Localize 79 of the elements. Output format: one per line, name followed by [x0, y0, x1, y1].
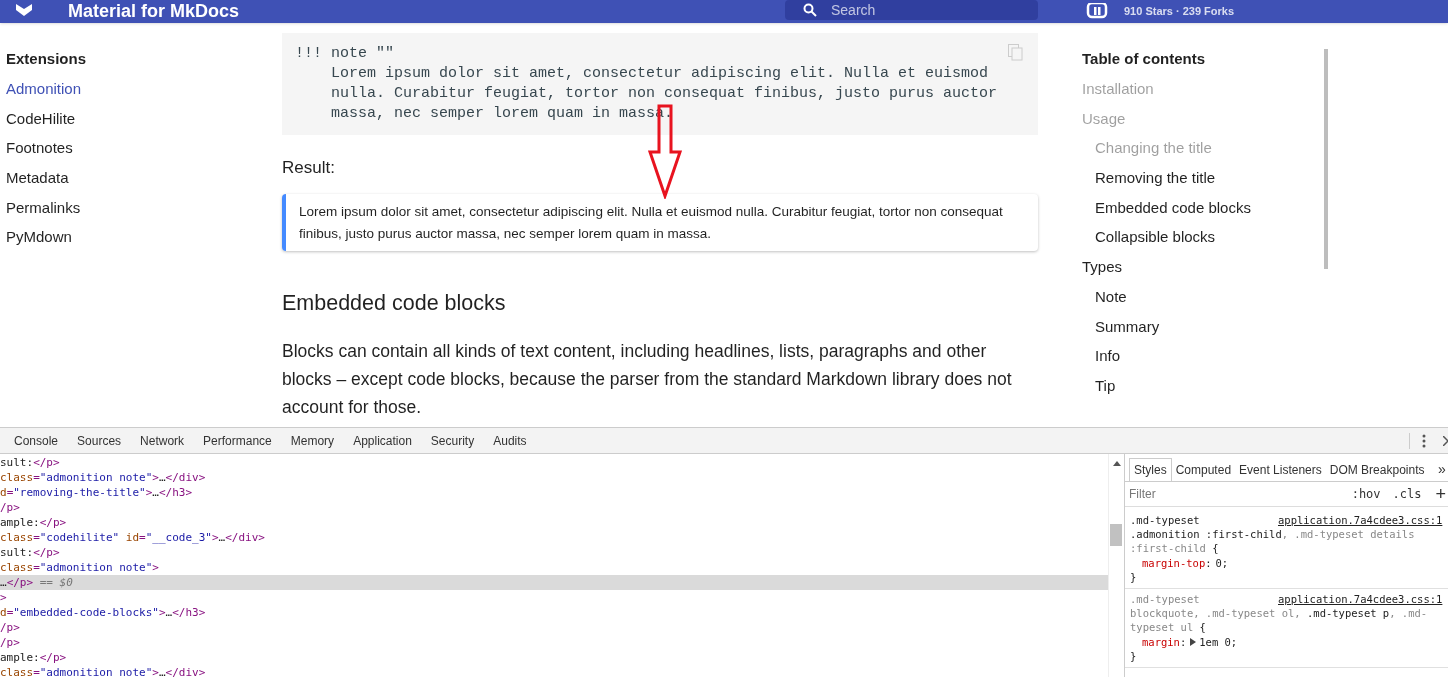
filter-field[interactable]: Filter: [1129, 485, 1344, 503]
nav-link[interactable]: Admonition: [6, 80, 282, 110]
nav-link[interactable]: CodeHilite: [6, 109, 282, 140]
toc-title: Table of contents: [1082, 50, 1207, 68]
dom-node-line[interactable]: ample:</p>: [0, 650, 1108, 665]
css-property-value: 0;: [1215, 555, 1229, 570]
css-selector: typeset ul {: [1130, 620, 1206, 634]
section-heading: Embedded code blocks: [282, 290, 507, 317]
dom-node-line[interactable]: /p>: [0, 620, 1108, 635]
css-property-name: margin-top: [1142, 555, 1206, 570]
devtools-tab[interactable]: Memory: [290, 427, 335, 454]
expand-icon[interactable]: [1190, 637, 1197, 646]
more-tabs-icon[interactable]: »: [1438, 459, 1446, 480]
add-rule-button[interactable]: +: [1435, 485, 1446, 503]
toc-link[interactable]: Tip: [1082, 376, 1448, 407]
toc-link[interactable]: Info: [1082, 347, 1448, 377]
css-selector: .md-typeset: [1130, 592, 1200, 606]
styles-pane-tab[interactable]: Styles: [1129, 458, 1172, 481]
css-brace: }: [1130, 570, 1138, 584]
dom-node-line[interactable]: class="admonition note">: [0, 560, 1108, 575]
css-colon: :: [1205, 555, 1212, 570]
toc-link[interactable]: Embedded code blocks: [1082, 198, 1448, 229]
admonition-note: Lorem ipsum dolor sit amet, consectetur adipiscing elit. Nulla et euismod nulla. Curabitur feugiat, tortor non consequat finibus, justo purus auctor massa, nec semper lorem quam in massa.: [282, 194, 1038, 251]
devtools-tab[interactable]: Sources: [77, 427, 122, 454]
toc-link[interactable]: Collapsible blocks: [1082, 228, 1448, 259]
source-link[interactable]: application.7a4cdee3.css:1: [1278, 592, 1443, 606]
toc-link[interactable]: Note: [1082, 287, 1448, 318]
repository-stats: 910 Stars · 239 Forks: [1124, 4, 1235, 18]
css-colon: :: [1179, 634, 1187, 649]
devtools-tab[interactable]: Performance: [203, 427, 272, 454]
toc-link[interactable]: Summary: [1082, 317, 1448, 348]
hover-state-button[interactable]: :hov: [1351, 485, 1381, 503]
close-icon[interactable]: [1443, 436, 1448, 446]
dom-node-line[interactable]: >: [0, 590, 1108, 605]
css-property-name: margin: [1142, 634, 1180, 649]
nav-link[interactable]: PyMdown: [6, 228, 282, 259]
nav-link[interactable]: Permalinks: [6, 198, 282, 229]
dom-node-line[interactable]: /p>: [0, 500, 1108, 515]
search-field[interactable]: Search: [785, 0, 1038, 20]
css-selector: :first-child {: [1130, 541, 1219, 555]
result-label: Result:: [282, 157, 336, 179]
styles-pane-tab[interactable]: DOM Breakpoints: [1325, 458, 1429, 481]
dom-node-line[interactable]: d="removing-the-title">…</h3>: [0, 485, 1108, 500]
css-selector: .md-typeset: [1130, 513, 1200, 527]
logo-icon: [14, 4, 34, 18]
dom-node-line[interactable]: d="embedded-code-blocks">…</h3>: [0, 605, 1108, 620]
scrollbar-thumb[interactable]: [1110, 524, 1122, 546]
devtools-tab[interactable]: Audits: [493, 427, 527, 454]
site-title: Material for MkDocs: [68, 0, 240, 22]
dom-node-line[interactable]: ample:</p>: [0, 515, 1108, 530]
nav-link[interactable]: Metadata: [6, 169, 282, 199]
dom-node-line[interactable]: /p>: [0, 635, 1108, 650]
scroll-up-icon[interactable]: [1113, 461, 1121, 466]
dom-node-line[interactable]: class="admonition note">…</div>: [0, 665, 1108, 677]
dom-node-line[interactable]: sult:</p>: [0, 545, 1108, 560]
dom-node-line[interactable]: class="codehilite" id="__code_3">…</div>: [0, 530, 1108, 545]
css-brace: }: [1130, 649, 1138, 663]
nav-link[interactable]: Footnotes: [6, 139, 282, 170]
devtools-tab[interactable]: Application: [353, 427, 412, 454]
scrollbar[interactable]: [1108, 454, 1124, 677]
dom-node-line[interactable]: class="admonition note">…</div>: [0, 470, 1108, 485]
css-property-value: 1em 0;: [1199, 634, 1238, 649]
source-link[interactable]: application.7a4cdee3.css:1: [1278, 513, 1443, 527]
paragraph: Blocks can contain all kinds of text content, including headlines, lists, paragraphs and other blocks – except code blocks, because the parser from the standard Markdown library does not account for those.: [282, 340, 1013, 419]
devtools-tab[interactable]: Console: [14, 427, 59, 454]
search-icon: [803, 3, 817, 17]
toc-link[interactable]: Removing the title: [1082, 169, 1448, 199]
nav-title: Extensions: [6, 50, 88, 68]
styles-pane-tab[interactable]: Event Listeners: [1235, 458, 1326, 481]
styles-pane-tab[interactable]: Computed: [1171, 458, 1236, 481]
css-selector: blockquote, .md-typeset ol, .md-typeset p, .md-: [1130, 606, 1428, 620]
devtools-tab[interactable]: Network: [140, 427, 185, 454]
dom-node-line[interactable]: sult:</p>: [0, 455, 1108, 470]
more-options-icon[interactable]: [1422, 434, 1426, 448]
css-selector: .admonition :first-child, .md-typeset details: [1130, 527, 1415, 541]
devtools-tab[interactable]: Security: [430, 427, 475, 454]
scrollbar[interactable]: [1324, 49, 1328, 269]
class-toggle-button[interactable]: .cls: [1392, 485, 1422, 503]
toc-link[interactable]: Types: [1082, 258, 1448, 288]
